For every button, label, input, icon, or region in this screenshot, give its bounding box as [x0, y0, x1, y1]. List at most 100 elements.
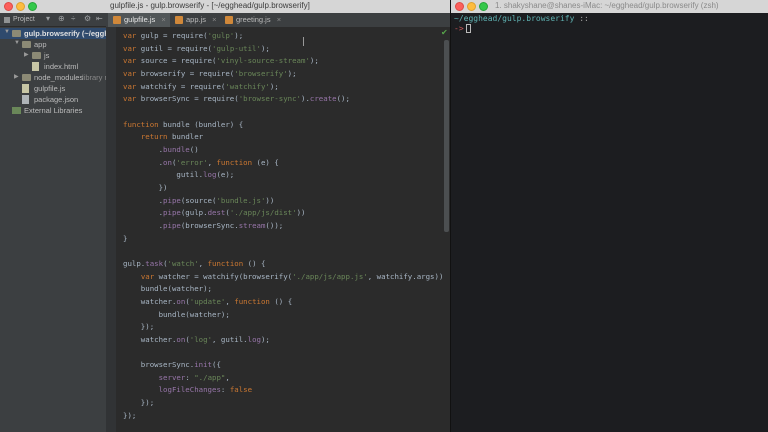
terminal-window-title: 1. shakyshane@shanes-iMac: ~/egghead/gul…: [495, 1, 719, 10]
terminal-titlebar: 1. shakyshane@shanes-iMac: ~/egghead/gul…: [451, 0, 768, 13]
tab-label: gulpfile.js: [124, 15, 156, 24]
code-line: bundle(watcher);: [123, 309, 230, 319]
code-line: .bundle(): [123, 144, 199, 154]
terminal-cursor: [465, 24, 471, 33]
tree-item-label: package.json: [34, 95, 79, 104]
code-line: });: [123, 398, 155, 408]
chevron-right-icon[interactable]: ▶: [14, 73, 19, 80]
code-line: logFileChanges: false: [158, 385, 253, 395]
code-line: gutil.log(e);: [123, 170, 235, 180]
tab-gulpfile[interactable]: gulpfile.js ×: [108, 13, 170, 27]
project-tree: ▼ gulp.browserify (~/egghead/gulp.browser…: [0, 27, 106, 432]
code-line: var source = require('vinyl-source-strea…: [123, 56, 319, 66]
terminal-cwd: ~/egghead/gulp.browserify: [454, 14, 575, 23]
tree-item-label: js: [44, 51, 50, 60]
chevron-right-icon[interactable]: ▶: [24, 51, 29, 58]
code-line: var watchify = require('watchify');: [123, 81, 279, 91]
mouse-cursor: [303, 37, 304, 46]
code-line: .pipe(source('bundle.js')): [123, 195, 275, 205]
code-line: var browserify = require('browserify');: [123, 68, 297, 78]
code-line: server: "./app",: [158, 372, 230, 382]
tree-item[interactable]: External Libraries: [0, 105, 106, 116]
hide-panel-icon[interactable]: ⇤: [96, 14, 103, 23]
tree-item-suffix: library root: [82, 73, 106, 82]
collapse-all-icon[interactable]: ÷: [71, 14, 75, 23]
check-icon: ✔: [441, 28, 448, 37]
tree-item[interactable]: ▶ node_moduleslibrary root: [0, 72, 106, 83]
tree-item-label: gulpfile.js: [34, 84, 66, 93]
ide-window-title: gulpfile.js - gulp.browserify - [~/egghe…: [110, 1, 310, 10]
tab-label: app.js: [186, 15, 207, 24]
maximize-window-button[interactable]: [479, 2, 488, 11]
minimize-window-button[interactable]: [16, 2, 25, 11]
tree-item[interactable]: ▶ js: [0, 50, 106, 61]
code-line: });: [123, 410, 137, 420]
code-line: bundle(watcher);: [123, 284, 212, 294]
chevron-down-icon[interactable]: ▼: [14, 40, 20, 46]
close-window-button[interactable]: [455, 2, 464, 11]
code-line: var gutil = require('gulp-util');: [123, 43, 270, 53]
code-line: var browserSync = require('browser-sync'…: [123, 94, 350, 104]
terminal-output[interactable]: ~/egghead/gulp.browserify :: ->: [454, 14, 766, 33]
close-window-button[interactable]: [4, 2, 13, 11]
tree-item[interactable]: ▼ gulp.browserify (~/egghead/gulp.browser…: [0, 28, 106, 39]
code-line: .on('error', function (e) {: [123, 157, 279, 167]
tab-greeting[interactable]: greeting.js ×: [220, 13, 285, 27]
editor-scrollbar-thumb[interactable]: [444, 40, 449, 232]
tree-item[interactable]: package.json: [0, 94, 106, 105]
ide-titlebar: gulpfile.js - gulp.browserify - [~/egghe…: [0, 0, 450, 13]
maximize-window-button[interactable]: [28, 2, 37, 11]
file-icon: [32, 62, 39, 71]
terminal-git-suffix: ::: [574, 14, 589, 23]
close-icon[interactable]: ×: [161, 15, 165, 24]
settings-gear-icon[interactable]: ⚙: [84, 14, 91, 23]
close-icon[interactable]: ×: [277, 15, 281, 24]
library-icon: [12, 107, 21, 114]
terminal-window[interactable]: 1. shakyshane@shanes-iMac: ~/egghead/gul…: [450, 0, 768, 432]
tree-item[interactable]: index.html: [0, 61, 106, 72]
code-line: gulp.task('watch', function () {: [123, 258, 266, 268]
editor-gutter: [106, 27, 116, 432]
minimize-window-button[interactable]: [467, 2, 476, 11]
terminal-prompt: ->: [454, 24, 464, 33]
tree-item[interactable]: ▼ app: [0, 39, 106, 50]
code-line: watcher.on('update', function () {: [123, 296, 293, 306]
ide-window: gulpfile.js - gulp.browserify - [~/egghe…: [0, 0, 450, 432]
code-line: watcher.on('log', gutil.log);: [123, 334, 270, 344]
json-file-icon: [22, 95, 29, 104]
js-file-icon: [225, 16, 233, 24]
js-file-icon: [113, 16, 121, 24]
folder-icon: [22, 41, 31, 48]
code-line: });: [123, 322, 155, 332]
tree-item-label: app: [34, 40, 47, 49]
project-toolbar: Project ▾ ⊕ ÷ ⚙ ⇤: [0, 13, 106, 27]
project-view-icon: [4, 17, 10, 23]
code-line: return bundler: [140, 132, 204, 142]
tab-app[interactable]: app.js ×: [170, 13, 221, 27]
close-icon[interactable]: ×: [212, 15, 216, 24]
code-line: var gulp = require('gulp');: [123, 31, 244, 40]
tree-item-label: node_modules: [34, 73, 84, 82]
code-editor[interactable]: var gulp = require('gulp'); var gutil = r…: [116, 27, 450, 432]
tab-label: greeting.js: [236, 15, 271, 24]
editor-tabs: gulpfile.js × app.js × greeting.js ×: [106, 13, 450, 27]
code-line: var watcher = watchify(browserify('./app…: [140, 271, 448, 281]
tree-item-label: External Libraries: [24, 106, 83, 115]
chevron-down-icon[interactable]: ▼: [4, 29, 10, 35]
code-line: .pipe(browserSync.stream());: [123, 220, 284, 230]
code-line: }): [123, 182, 168, 192]
chevron-down-icon[interactable]: ▾: [46, 14, 50, 23]
project-view-selector[interactable]: Project: [13, 16, 35, 23]
code-line: }: [123, 233, 128, 243]
code-line: function bundle (bundler) {: [123, 119, 244, 129]
folder-icon: [32, 52, 41, 59]
file-icon: [22, 84, 29, 93]
js-file-icon: [175, 16, 183, 24]
tree-item-label: index.html: [44, 62, 79, 71]
sync-icon[interactable]: ⊕: [58, 14, 65, 23]
code-line: .pipe(gulp.dest('./app/js/dist')): [123, 208, 306, 218]
tree-item[interactable]: gulpfile.js: [0, 83, 106, 94]
folder-icon: [22, 74, 31, 81]
folder-icon: [12, 30, 21, 37]
code-line: browserSync.init({: [123, 360, 221, 370]
